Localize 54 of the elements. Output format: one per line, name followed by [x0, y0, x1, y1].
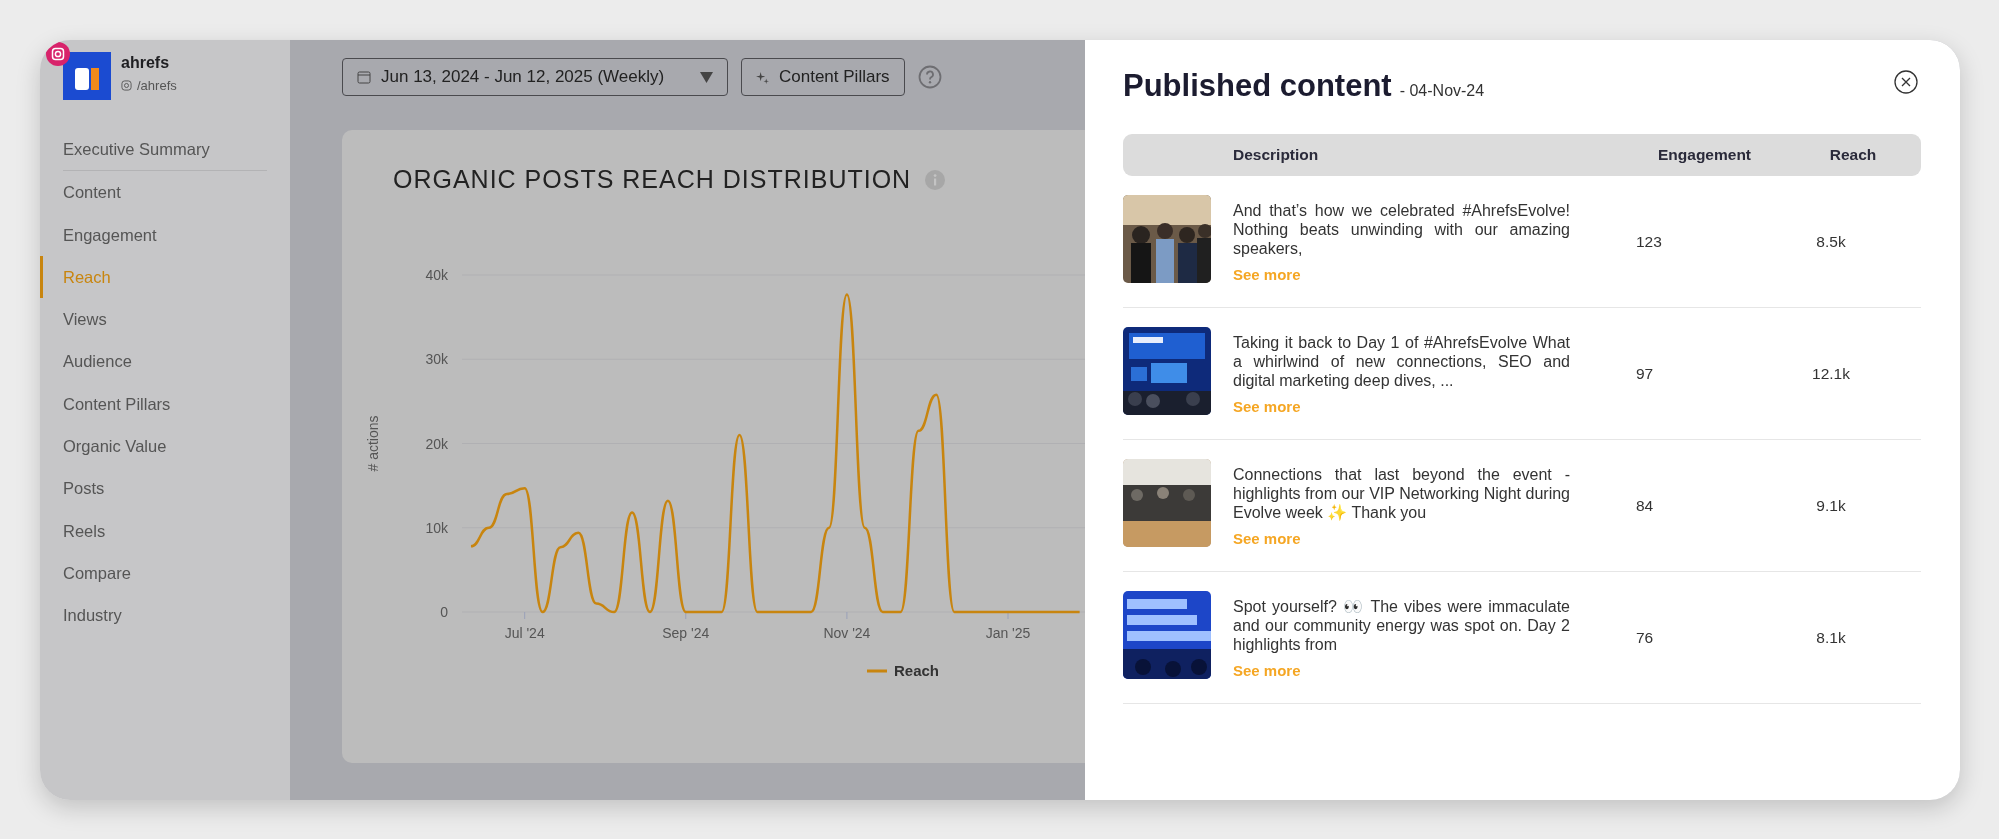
nav-item[interactable]: Posts [40, 467, 290, 510]
engagement-cell-text: 123 [1636, 232, 1663, 251]
camera-badge-icon [46, 42, 70, 66]
legend-item[interactable]: Reach [867, 662, 940, 679]
date-range-dropdown[interactable]: Jun 13, 2024 - Jun 12, 2025 (Weekly) [342, 58, 728, 96]
post-description: Connections that last beyond the event - highlights from our VIP Networking Night during Evolve week ✨ Thank you [1233, 464, 1570, 522]
x-tick-label: Jan '25 [985, 625, 1031, 641]
caret-icon [700, 71, 713, 83]
nav-item[interactable]: Audience [40, 340, 290, 383]
column-header: Description [1233, 146, 1320, 164]
reach-cell-text: 8.1k [1815, 628, 1847, 647]
x-tick-label: Nov '24 [823, 625, 871, 641]
engagement-cell-text: 84 [1636, 496, 1655, 515]
nav-item[interactable]: Executive Summary [40, 128, 290, 171]
close-icon[interactable] [1894, 70, 1918, 94]
column-header: Engagement [1658, 146, 1752, 164]
column-header: Reach [1828, 146, 1878, 164]
post-description: And that’s how we celebrated #AhrefsEvolve! Nothing beats unwinding with our amazing speakers, [1233, 200, 1570, 258]
y-tick-label: 20k [425, 435, 448, 452]
logo-icon [63, 52, 111, 100]
content-pillars-button[interactable]: Content Pillars [741, 58, 905, 96]
account-handle: /ahrefs [137, 78, 177, 93]
panel-title: Published content [1123, 68, 1392, 104]
calendar-icon [357, 70, 371, 84]
engagement-cell-text: 97 [1636, 364, 1655, 383]
post-description: Taking it back to Day 1 of #AhrefsEvolve What a whirlwind of new connections, SEO and digital marketing deep dives, ... [1233, 332, 1570, 390]
panel-date: - 04-Nov-24 [1399, 82, 1485, 100]
sparkle-icon [756, 70, 769, 84]
reach-cell-text: 8.5k [1815, 232, 1847, 251]
nav-item[interactable]: Engagement [40, 213, 290, 256]
account-name: ahrefs [121, 54, 171, 72]
nav-item[interactable]: Content [40, 171, 290, 214]
engagement-cell-text: 76 [1636, 628, 1655, 647]
info-icon[interactable] [925, 169, 946, 190]
help-icon[interactable] [917, 65, 942, 89]
reach-cell-text: 12.1k [1811, 364, 1851, 383]
nav-item[interactable]: Organic Value [40, 425, 290, 468]
post-description: Spot yourself? 👀 The vibes were immaculate and our community energy was spot on. Day 2 highlights from [1233, 596, 1570, 654]
nav-item[interactable]: Compare [40, 551, 290, 595]
y-tick-label: 40k [425, 267, 448, 283]
y-axis-label: # actions [365, 415, 381, 472]
x-tick-label: Jul '24 [504, 625, 545, 641]
nav-item[interactable]: Views [40, 298, 290, 341]
reach-cell-text: 9.1k [1815, 496, 1847, 515]
y-tick-label: 0 [440, 604, 448, 620]
legend-label: Reach [894, 662, 940, 679]
nav-item[interactable]: Industry [40, 594, 290, 637]
y-tick-label: 30k [425, 351, 448, 368]
nav-item[interactable]: Reels [40, 509, 290, 552]
nav-item[interactable]: Content Pillars [40, 382, 290, 426]
x-tick-label: Sep '24 [662, 625, 710, 641]
y-tick-label: 10k [425, 519, 448, 536]
camera-icon [121, 80, 132, 91]
chart-title: ORGANIC POSTS REACH DISTRIBUTION [393, 164, 912, 194]
